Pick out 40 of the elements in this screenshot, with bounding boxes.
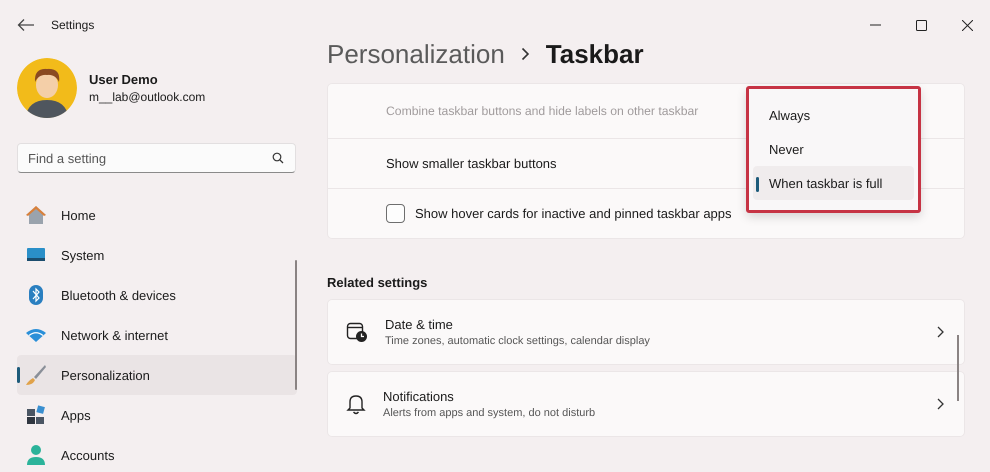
avatar xyxy=(17,58,77,118)
user-name: User Demo xyxy=(89,72,159,87)
back-arrow-icon[interactable] xyxy=(17,18,35,32)
user-email: m__lab@outlook.com xyxy=(89,90,206,104)
scrollbar[interactable] xyxy=(957,335,959,401)
settings-link-card[interactable]: Notifications Alerts from apps and system, do not disturb xyxy=(327,371,965,437)
search-field[interactable]: Find a setting xyxy=(17,143,296,173)
apps-icon xyxy=(26,405,46,425)
settings-link-card[interactable]: Date & time Time zones, automatic clock settings, calendar display xyxy=(327,299,965,365)
setting-label: Show smaller taskbar buttons xyxy=(386,156,557,171)
close-icon xyxy=(962,20,972,30)
setting-label: Show hover cards for inactive and pinned taskbar apps xyxy=(415,206,732,221)
wifi-icon xyxy=(25,327,47,343)
checkbox[interactable] xyxy=(386,204,405,223)
maximize-icon xyxy=(916,20,926,30)
minimize-icon xyxy=(870,24,880,26)
nav-item[interactable]: Personalization xyxy=(17,355,297,395)
person-icon xyxy=(26,444,46,466)
chevron-icon xyxy=(520,47,530,61)
chevron-icon xyxy=(937,326,944,338)
breadcrumb-link[interactable]: Personalization xyxy=(327,38,505,70)
page-title: Taskbar xyxy=(546,38,644,70)
search-icon xyxy=(272,152,284,164)
brush-icon xyxy=(25,364,47,386)
nav-item[interactable]: Home xyxy=(17,195,297,235)
chevron-icon xyxy=(937,398,944,410)
house-icon xyxy=(25,205,47,225)
bluetooth-icon xyxy=(28,284,44,306)
setting-label: Combine taskbar buttons and hide labels on other taskbar xyxy=(386,104,698,118)
menu-option[interactable]: Never xyxy=(753,132,914,166)
bell-icon xyxy=(346,393,366,415)
monitor-icon xyxy=(26,247,46,263)
calendar-clock-icon xyxy=(346,321,368,343)
window-title: Settings xyxy=(51,18,94,32)
section-heading: Related settings xyxy=(327,275,428,290)
nav-item[interactable]: Apps xyxy=(17,395,297,435)
scrollbar[interactable] xyxy=(295,260,297,390)
nav-item[interactable]: Accounts xyxy=(17,435,297,472)
menu-option[interactable]: When taskbar is full xyxy=(753,166,914,200)
menu-option[interactable]: Always xyxy=(753,99,914,133)
